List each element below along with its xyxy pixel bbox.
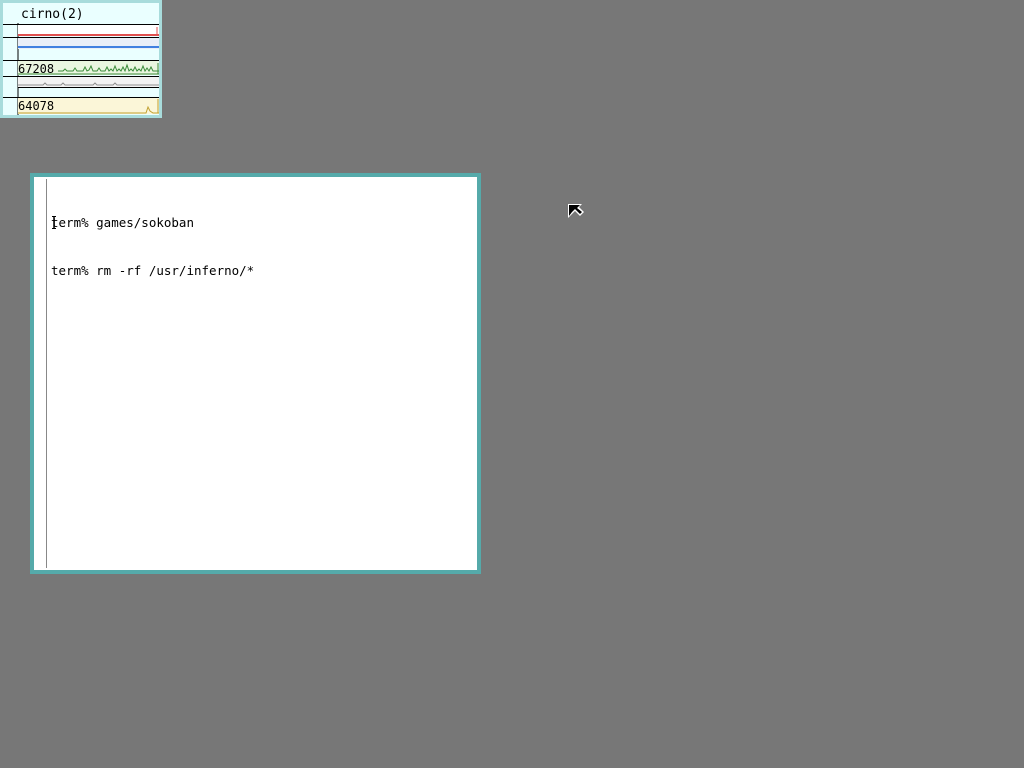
stats-window[interactable]: cirno(2) 67208 64078 <box>0 0 162 118</box>
terminal-line: term% rm -rf /usr/inferno/* <box>51 263 255 278</box>
meter-5-value: 64078 <box>18 99 55 113</box>
terminal-line: term% games/sokoban <box>51 215 194 230</box>
desktop[interactable]: cirno(2) 67208 64078 term% games/sokoban… <box>0 0 1024 768</box>
terminal-scrollbar[interactable] <box>46 179 47 568</box>
meter-4-graph <box>3 76 159 88</box>
terminal-output[interactable]: term% games/sokoban term% rm -rf /usr/in… <box>51 183 254 311</box>
stats-window-title: cirno(2) <box>21 7 84 22</box>
terminal-window[interactable]: term% games/sokoban term% rm -rf /usr/in… <box>30 173 481 574</box>
meter-3-value: 67208 <box>18 62 55 76</box>
arrow-pointer-icon <box>568 204 584 218</box>
meter-2-graph <box>3 37 159 49</box>
text-cursor-icon <box>52 216 56 229</box>
meter-1-graph <box>3 24 159 36</box>
